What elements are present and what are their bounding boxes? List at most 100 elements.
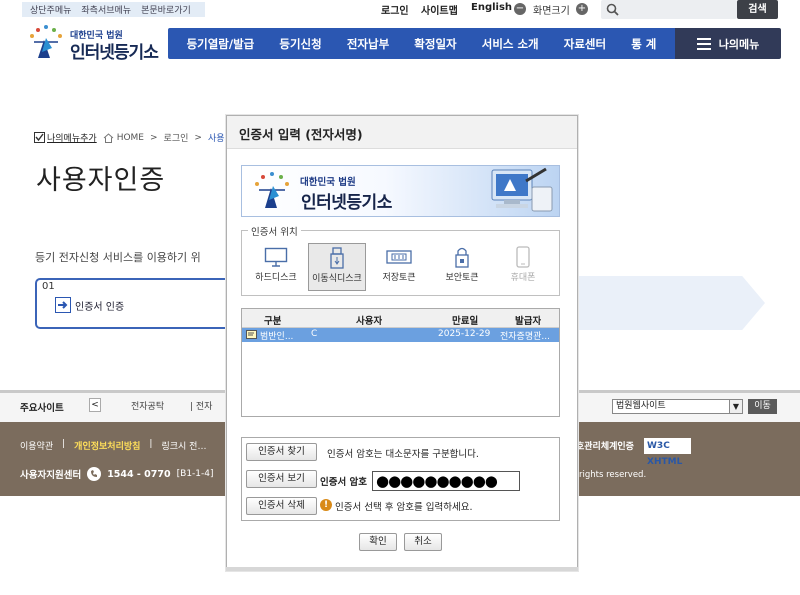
view-certificate-button[interactable]: 인증서 보기	[246, 470, 317, 488]
cert-location-legend: 인증서 위치	[248, 224, 301, 238]
password-label: 인증서 암호	[320, 477, 368, 488]
intro-text: 등기 전자신청 서비스를 이용하기 위	[35, 251, 201, 264]
my-menu-label: 나의메뉴	[718, 37, 760, 51]
usb-icon	[330, 246, 344, 269]
nav-item-statistics[interactable]: 통 계	[631, 36, 656, 52]
footer-divider: |	[62, 439, 66, 449]
token-icon	[386, 249, 412, 264]
table-header: 구분 사용자 만료일 발급자	[242, 309, 559, 328]
phone-call-icon	[87, 467, 102, 481]
banner-subtitle: 대한민국 법원	[300, 177, 356, 188]
skip-links: 상단주메뉴 좌측서브메뉴 본문바로가기	[22, 2, 205, 17]
location-label: 보안토큰	[445, 273, 479, 283]
login-arrow-icon	[55, 297, 71, 313]
support-center: 사용자지원센터 1544 - 0770 [B1-1-4]	[20, 467, 214, 481]
page-title: 사용자인증	[36, 165, 166, 196]
location-storage-token[interactable]: 저장토큰	[370, 243, 428, 291]
sites-prev-button[interactable]: <	[89, 398, 101, 412]
english-link[interactable]: English	[471, 2, 512, 13]
column-header-expiry[interactable]: 만료일	[452, 313, 478, 327]
support-floor: [B1-1-4]	[176, 469, 214, 479]
phone-icon	[516, 245, 530, 268]
breadcrumb-separator: >	[150, 132, 158, 143]
certification-mark: 호관리체계인증	[576, 442, 634, 452]
nav-item-registry-apply[interactable]: 등기신청	[279, 36, 321, 52]
footer-privacy-link[interactable]: 개인정보처리방침	[74, 439, 140, 452]
w3c-badge[interactable]: W3C XHTML	[644, 438, 691, 467]
search-icon	[606, 3, 619, 16]
banner-title: 인터넷등기소	[301, 193, 392, 213]
location-removable-disk[interactable]: 이동식디스크	[308, 243, 366, 291]
footer-divider: |	[149, 439, 153, 449]
cancel-button[interactable]: 취소	[404, 533, 442, 551]
home-icon	[103, 132, 114, 143]
cell-issuer: 전자증명관...	[500, 332, 550, 342]
breadcrumb-separator: >	[194, 132, 202, 143]
court-site-select[interactable]: 법원웹사이트	[612, 399, 743, 414]
nav-item-data-center[interactable]: 자료센터	[564, 36, 606, 52]
support-phone: 1544 - 0770	[107, 468, 171, 480]
location-label: 하드디스크	[255, 273, 297, 283]
dialog-title: 인증서 입력 (전자서명)	[239, 127, 363, 142]
footer-link-3[interactable]: 링크시 전…	[161, 439, 206, 452]
footer-links: 이용약관 | 개인정보처리방침 | 링크시 전…	[20, 439, 206, 452]
location-security-token[interactable]: 보안토큰	[433, 243, 491, 291]
go-button[interactable]: 이동	[748, 399, 777, 414]
location-label: 이동식디스크	[312, 274, 362, 284]
warning-icon: !	[320, 499, 332, 511]
find-certificate-button[interactable]: 인증서 찾기	[246, 443, 317, 461]
column-header-issuer[interactable]: 발급자	[515, 313, 541, 327]
step-arrow	[575, 276, 765, 330]
nav-item-registry-view[interactable]: 등기열람/발급	[187, 36, 255, 52]
my-menu-button[interactable]: 나의메뉴	[675, 28, 781, 59]
logo-title[interactable]: 인터넷등기소	[70, 38, 159, 63]
skip-link-main-menu[interactable]: 상단주메뉴	[30, 3, 71, 16]
breadcrumb-home[interactable]: HOME	[103, 133, 144, 143]
breadcrumb-home-label: HOME	[116, 132, 144, 143]
location-label: 저장토큰	[382, 273, 416, 283]
court-logo-icon[interactable]	[24, 22, 68, 62]
add-my-menu-label: 나의메뉴추가	[47, 134, 97, 144]
add-my-menu-link[interactable]: 나의메뉴추가	[34, 131, 97, 144]
search-input[interactable]	[601, 0, 737, 19]
certificate-password-input[interactable]: ●●●●●●●●●●	[372, 471, 520, 491]
site-link-e-deposit[interactable]: 전자공탁	[131, 399, 164, 412]
copyright-text: rights reserved.	[579, 470, 647, 480]
support-label: 사용자지원센터	[20, 470, 82, 481]
ok-button[interactable]: 확인	[359, 533, 397, 551]
location-hard-disk[interactable]: 하드디스크	[247, 243, 305, 291]
nav-item-service-intro[interactable]: 서비스 소개	[482, 36, 539, 52]
footer-terms-link[interactable]: 이용약관	[20, 439, 53, 452]
breadcrumb: 나의메뉴추가 HOME > 로그인 > 사용자인…	[34, 131, 250, 144]
hamburger-icon	[696, 37, 711, 50]
cell-user: C	[311, 329, 317, 339]
zoom-out-icon[interactable]: −	[514, 3, 526, 15]
dialog-bottom-edge	[226, 567, 578, 571]
table-row[interactable]: 범반인... C 2025-12-29 전자증명관...	[242, 328, 559, 342]
chevron-down-icon[interactable]: ▼	[729, 400, 742, 413]
lock-icon	[455, 247, 469, 268]
column-header-user[interactable]: 사용자	[356, 313, 382, 327]
nav-item-fixed-date[interactable]: 확정일자	[414, 36, 456, 52]
cell-type: 범반인...	[260, 332, 294, 342]
zoom-in-icon[interactable]: +	[576, 3, 588, 15]
search-button[interactable]: 검색	[737, 0, 778, 19]
court-logo-icon	[255, 172, 289, 208]
step-certificate-auth: 인증서 인증	[55, 297, 124, 313]
location-label: 휴대폰	[510, 273, 536, 283]
cell-expiry: 2025-12-29	[438, 329, 491, 339]
sitemap-link[interactable]: 사이트맵	[421, 2, 458, 17]
delete-certificate-button[interactable]: 인증서 삭제	[246, 497, 317, 515]
skip-link-side-menu[interactable]: 좌측서브메뉴	[81, 3, 131, 16]
column-header-type[interactable]: 구분	[264, 313, 281, 327]
skip-link-content[interactable]: 본문바로가기	[141, 3, 191, 16]
case-sensitive-note: 인증서 암호는 대소문자를 구분합니다.	[327, 449, 479, 460]
site-link-2[interactable]: | 전자	[190, 399, 212, 412]
location-mobile-phone[interactable]: 휴대폰	[494, 243, 552, 291]
nav-item-e-payment[interactable]: 전자납부	[347, 36, 389, 52]
computer-certificate-icon	[491, 167, 553, 212]
monitor-icon	[264, 247, 288, 267]
breadcrumb-login[interactable]: 로그인	[164, 131, 189, 144]
certificate-icon	[246, 330, 257, 339]
login-link[interactable]: 로그인	[381, 2, 409, 17]
